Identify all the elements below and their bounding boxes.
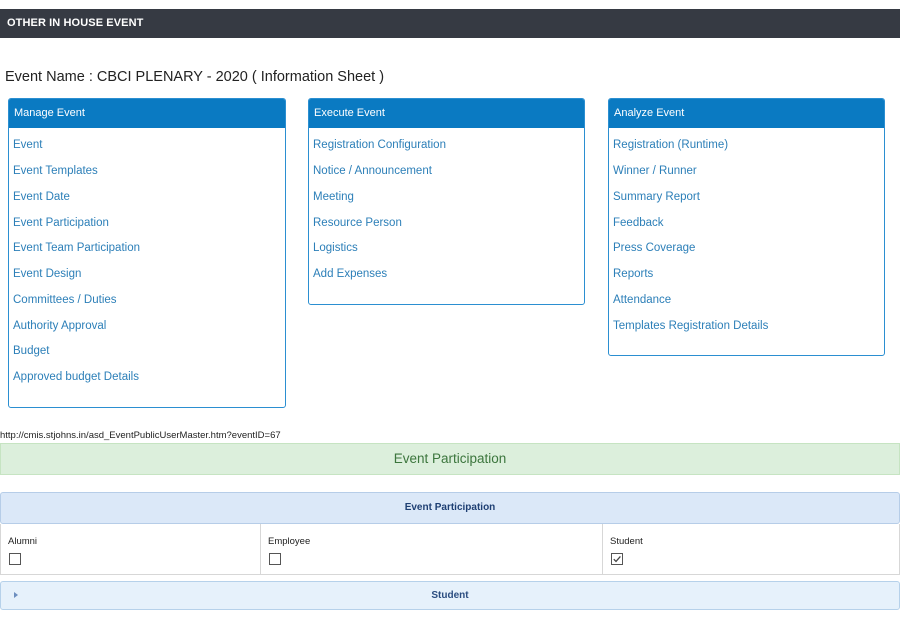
manage-link-budget[interactable]: Budget <box>13 345 49 357</box>
execute-link-notice-announcement[interactable]: Notice / Announcement <box>313 165 432 177</box>
manage-link-committees-duties[interactable]: Committees / Duties <box>13 294 117 306</box>
employee-checkbox[interactable] <box>269 553 281 565</box>
analyze-link-feedback[interactable]: Feedback <box>613 217 664 229</box>
participation-table-title: Event Participation <box>404 502 496 513</box>
execute-link-resource-person[interactable]: Resource Person <box>313 217 402 229</box>
analyze-link-winner-runner[interactable]: Winner / Runner <box>613 165 697 177</box>
participation-options-row: Alumni Employee Student <box>0 524 900 575</box>
page-header-title: OTHER IN HOUSE EVENT <box>7 17 144 29</box>
participation-option-employee: Employee <box>261 524 603 574</box>
employee-label: Employee <box>268 536 311 547</box>
execute-link-meeting[interactable]: Meeting <box>313 191 354 203</box>
execute-link-add-expenses[interactable]: Add Expenses <box>313 268 387 280</box>
manage-link-event-team-participation[interactable]: Event Team Participation <box>13 242 140 254</box>
manage-link-event-date[interactable]: Event Date <box>13 191 70 203</box>
analyze-link-summary-report[interactable]: Summary Report <box>613 191 700 203</box>
checkmark-icon <box>613 555 621 563</box>
execute-link-logistics[interactable]: Logistics <box>313 242 358 254</box>
analyze-link-reports[interactable]: Reports <box>613 268 653 280</box>
manage-link-event-templates[interactable]: Event Templates <box>13 165 98 177</box>
execute-event-header: Execute Event <box>309 99 584 128</box>
analyze-event-panel: Analyze Event Registration (Runtime) Win… <box>608 98 885 356</box>
manage-link-event-design[interactable]: Event Design <box>13 268 81 280</box>
alumni-label: Alumni <box>8 536 38 547</box>
manage-event-panel: Manage Event Event Event Templates Event… <box>8 98 286 408</box>
manage-link-event[interactable]: Event <box>13 139 42 151</box>
event-participation-banner: Event Participation <box>0 443 900 475</box>
student-section-toggle[interactable]: Student <box>0 581 900 610</box>
page-url-text: http://cmis.stjohns.in/asd_EventPublicUs… <box>0 430 281 441</box>
execute-event-panel: Execute Event Registration Configuration… <box>308 98 585 305</box>
participation-table-header: Event Participation <box>0 492 900 524</box>
student-checkbox[interactable] <box>611 553 623 565</box>
alumni-checkbox[interactable] <box>9 553 21 565</box>
analyze-link-attendance[interactable]: Attendance <box>613 294 671 306</box>
manage-link-authority-approval[interactable]: Authority Approval <box>13 320 106 332</box>
participation-option-alumni: Alumni <box>1 524 261 574</box>
student-label: Student <box>610 536 643 547</box>
participation-option-student: Student <box>603 524 899 574</box>
analyze-link-press-coverage[interactable]: Press Coverage <box>613 242 695 254</box>
analyze-event-header: Analyze Event <box>609 99 884 128</box>
event-name-title: Event Name : CBCI PLENARY - 2020 ( Infor… <box>5 69 385 85</box>
analyze-link-templates-registration-details[interactable]: Templates Registration Details <box>613 320 768 332</box>
analyze-link-registration-runtime[interactable]: Registration (Runtime) <box>613 139 728 151</box>
execute-link-registration-configuration[interactable]: Registration Configuration <box>313 139 446 151</box>
manage-event-header: Manage Event <box>9 99 285 128</box>
manage-link-approved-budget-details[interactable]: Approved budget Details <box>13 371 139 383</box>
manage-link-event-participation[interactable]: Event Participation <box>13 217 109 229</box>
event-participation-banner-label: Event Participation <box>393 451 507 466</box>
student-section-label: Student <box>431 590 469 601</box>
page-header-bar: OTHER IN HOUSE EVENT <box>0 9 900 38</box>
